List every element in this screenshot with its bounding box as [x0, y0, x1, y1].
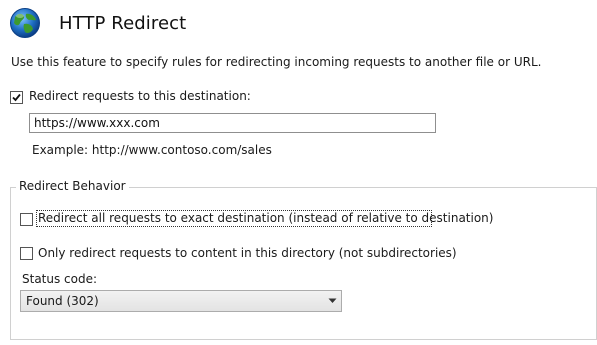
status-code-label: Status code:: [22, 272, 98, 286]
redirect-destination-label[interactable]: Redirect requests to this destination:: [29, 89, 251, 103]
only-this-directory-checkbox[interactable]: [20, 247, 33, 260]
page-title: HTTP Redirect: [59, 12, 187, 34]
chevron-down-icon[interactable]: [323, 298, 341, 304]
page-header: HTTP Redirect: [9, 6, 186, 40]
destination-url-input[interactable]: [29, 113, 436, 133]
example-text: Example: http://www.contoso.com/sales: [32, 143, 272, 157]
status-code-select[interactable]: Found (302): [20, 290, 342, 312]
checkmark-icon: [12, 93, 21, 102]
redirect-destination-checkbox[interactable]: [10, 91, 23, 104]
exact-destination-checkbox[interactable]: [20, 213, 33, 226]
globe-icon: [10, 8, 40, 38]
exact-destination-label[interactable]: Redirect all requests to exact destinati…: [38, 211, 493, 225]
feature-description: Use this feature to specify rules for re…: [11, 55, 542, 69]
only-this-directory-label[interactable]: Only redirect requests to content in thi…: [38, 246, 457, 260]
redirect-behavior-legend: Redirect Behavior: [16, 179, 129, 193]
status-code-value: Found (302): [26, 294, 99, 308]
